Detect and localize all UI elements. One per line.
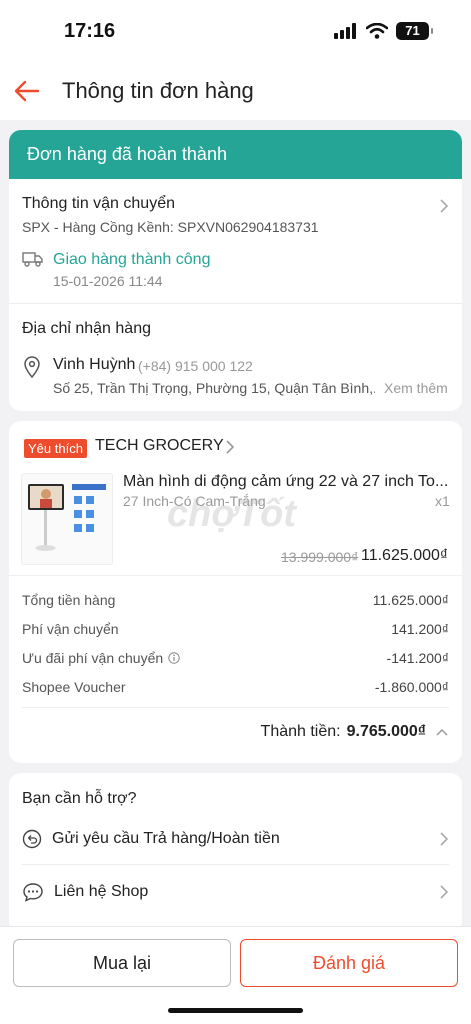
back-arrow-icon[interactable] bbox=[12, 76, 42, 106]
chevron-up-icon bbox=[436, 728, 448, 736]
recipient-phone: (+84) 915 000 122 bbox=[138, 358, 253, 374]
chevron-right-icon bbox=[440, 885, 449, 899]
product-quantity: x1 bbox=[435, 493, 450, 509]
total-value: 9.765.000₫ bbox=[346, 723, 426, 740]
battery-icon: 71 bbox=[396, 22, 433, 40]
return-icon bbox=[22, 829, 42, 848]
address-title: Địa chỉ nhận hàng bbox=[22, 320, 151, 337]
location-pin-icon bbox=[24, 356, 40, 378]
total-label: Thành tiền: bbox=[260, 723, 341, 740]
summary-label: Phí vận chuyển bbox=[22, 621, 119, 637]
chevron-right-icon bbox=[440, 831, 449, 846]
wifi-icon bbox=[366, 23, 388, 39]
chat-icon bbox=[23, 883, 43, 902]
product-title[interactable]: Màn hình di động cảm ứng 22 và 27 inch T… bbox=[123, 473, 451, 491]
buy-again-button[interactable]: Mua lại bbox=[13, 939, 231, 987]
summary-row-shipping-discount: Ưu đãi phí vận chuyển -141.200₫ bbox=[22, 650, 449, 666]
summary-label: Ưu đãi phí vận chuyển bbox=[22, 650, 164, 666]
summary-row-shipping: Phí vận chuyển 141.200₫ bbox=[22, 621, 449, 637]
page-title: Thông tin đơn hàng bbox=[62, 78, 254, 103]
shipping-carrier: SPX - Hàng Cồng Kềnh: SPXVN062904183731 bbox=[22, 219, 319, 235]
support-item-label: Gửi yêu cầu Trả hàng/Hoàn tiền bbox=[52, 829, 280, 847]
summary-value: -1.860.000₫ bbox=[374, 679, 449, 695]
watermark: chợTốt bbox=[167, 493, 296, 535]
summary-label: Tổng tiền hàng bbox=[22, 592, 116, 608]
delivery-status: Giao hàng thành công bbox=[53, 251, 211, 268]
product-image[interactable] bbox=[21, 473, 113, 565]
summary-value: 141.200₫ bbox=[391, 621, 449, 637]
info-icon[interactable] bbox=[168, 652, 180, 664]
summary-row-voucher: Shopee Voucher -1.860.000₫ bbox=[22, 679, 449, 695]
order-total-toggle[interactable]: Thành tiền: 9.765.000₫ bbox=[261, 723, 448, 741]
chevron-right-icon bbox=[440, 199, 449, 213]
support-item-label: Liên hệ Shop bbox=[54, 883, 149, 900]
truck-icon bbox=[22, 252, 43, 267]
chevron-right-icon bbox=[226, 440, 235, 454]
shop-name[interactable]: TECH GROCERY bbox=[95, 437, 224, 455]
signal-icon bbox=[334, 23, 356, 39]
recipient-name: Vinh Huỳnh bbox=[53, 356, 136, 373]
page-header: Thông tin đơn hàng bbox=[0, 62, 471, 120]
status-time: 17:16 bbox=[64, 20, 116, 42]
rate-button[interactable]: Đánh giá bbox=[240, 939, 458, 987]
shipping-info[interactable]: Thông tin vận chuyển SPX - Hàng Cồng Kền… bbox=[9, 179, 462, 304]
address-line: Số 25, Trần Thị Trọng, Phường 15, Quận T… bbox=[53, 380, 375, 396]
favorite-shop-badge: Yêu thích bbox=[24, 439, 87, 458]
delivery-time: 15-01-2026 11:44 bbox=[53, 273, 163, 289]
shipping-title: Thông tin vận chuyển bbox=[22, 195, 175, 212]
product-price: 11.625.000₫ bbox=[361, 547, 449, 564]
product-card: Yêu thích TECH GROCERY Màn hình di động … bbox=[9, 421, 462, 763]
summary-value: 11.625.000₫ bbox=[372, 592, 449, 608]
status-bar: 17:16 71 bbox=[0, 0, 471, 62]
support-title: Bạn cần hỗ trợ? bbox=[22, 790, 137, 807]
see-more-link[interactable]: Xem thêm bbox=[384, 380, 448, 396]
original-price: 13.999.000₫ bbox=[281, 549, 359, 565]
support-card: Bạn cần hỗ trợ? Gửi yêu cầu Trả hàng/Hoà… bbox=[9, 773, 462, 933]
summary-row-subtotal: Tổng tiền hàng 11.625.000₫ bbox=[22, 592, 449, 608]
home-indicator bbox=[168, 1008, 303, 1013]
summary-label: Shopee Voucher bbox=[22, 679, 126, 695]
status-icons: 71 bbox=[334, 22, 433, 40]
contact-shop[interactable]: Liên hệ Shop bbox=[22, 866, 449, 918]
address-info[interactable]: Địa chỉ nhận hàng Vinh Huỳnh (+84) 915 0… bbox=[9, 304, 462, 411]
order-status-card: Đơn hàng đã hoàn thành Thông tin vận chu… bbox=[9, 130, 462, 411]
order-status-banner: Đơn hàng đã hoàn thành bbox=[9, 130, 462, 179]
summary-value: -141.200₫ bbox=[386, 650, 449, 666]
return-refund-request[interactable]: Gửi yêu cầu Trả hàng/Hoàn tiền bbox=[22, 813, 449, 865]
